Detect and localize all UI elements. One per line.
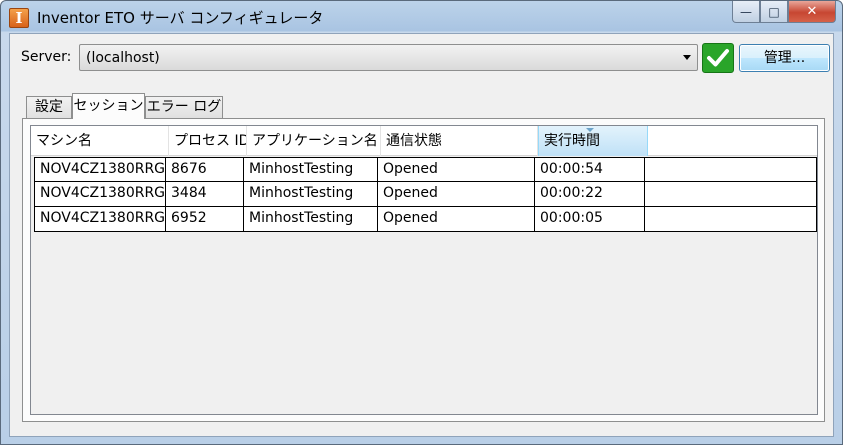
server-select[interactable]: (localhost) — [79, 44, 698, 71]
window-title: Inventor ETO サーバ コンフィギュレータ — [37, 9, 324, 27]
column-header-status[interactable]: 通信状態 — [381, 126, 538, 156]
cell-process-id: 3484 — [166, 182, 244, 206]
manage-button[interactable]: 管理... — [739, 44, 830, 72]
client-area: Server: (localhost) 管理... 設定 セッション エラー ロ… — [9, 33, 834, 437]
column-header-application[interactable]: アプリケーション名 — [247, 126, 381, 156]
cell-machine: NOV4CZ1380RRG — [35, 158, 166, 182]
cell-run-time: 00:00:05 — [535, 207, 645, 231]
cell-run-time: 00:00:54 — [535, 158, 645, 182]
cell-application: MinhostTesting — [244, 182, 378, 206]
cell-run-time: 00:00:22 — [535, 182, 645, 206]
inventor-app-icon[interactable]: I — [9, 8, 29, 28]
connection-status — [702, 43, 734, 73]
column-header-run-time-label: 実行時間 — [544, 133, 600, 149]
cell-application: MinhostTesting — [244, 207, 378, 231]
column-header-process-id[interactable]: プロセス ID — [169, 126, 247, 156]
table-row[interactable]: NOV4CZ1380RRG 8676 MinhostTesting Opened… — [34, 157, 817, 182]
sessions-table[interactable]: マシン名 プロセス ID アプリケーション名 通信状態 実行時間 NOV4CZ1… — [30, 125, 818, 415]
maximize-button[interactable]: □ — [760, 1, 788, 23]
cell-machine: NOV4CZ1380RRG — [35, 182, 166, 206]
cell-process-id: 8676 — [166, 158, 244, 182]
cell-status: Opened — [378, 207, 535, 231]
app-window: I Inventor ETO サーバ コンフィギュレータ — □ ✕ Serve… — [0, 0, 843, 445]
tab-settings[interactable]: 設定 — [26, 96, 72, 118]
sessions-panel: マシン名 プロセス ID アプリケーション名 通信状態 実行時間 NOV4CZ1… — [22, 118, 825, 422]
table-header: マシン名 プロセス ID アプリケーション名 通信状態 実行時間 — [31, 126, 817, 156]
title-bar[interactable]: I Inventor ETO サーバ コンフィギュレータ — □ ✕ — [1, 1, 842, 33]
cell-status: Opened — [378, 182, 535, 206]
table-row[interactable]: NOV4CZ1380RRG 6952 MinhostTesting Opened… — [34, 207, 817, 232]
table-row[interactable]: NOV4CZ1380RRG 3484 MinhostTesting Opened… — [34, 182, 817, 207]
chevron-down-icon — [683, 55, 691, 60]
tab-sessions[interactable]: セッション — [72, 93, 145, 119]
checkmark-icon — [707, 49, 729, 67]
sort-arrow-icon — [586, 128, 594, 132]
column-header-machine[interactable]: マシン名 — [31, 126, 169, 156]
column-header-run-time[interactable]: 実行時間 — [538, 126, 648, 156]
cell-machine: NOV4CZ1380RRG — [35, 207, 166, 231]
minimize-button[interactable]: — — [732, 1, 760, 23]
server-select-value: (localhost) — [86, 50, 160, 66]
cell-process-id: 6952 — [166, 207, 244, 231]
tab-error-log[interactable]: エラー ログ — [145, 96, 223, 118]
close-button[interactable]: ✕ — [788, 1, 836, 23]
cell-status: Opened — [378, 158, 535, 182]
server-label: Server: — [21, 49, 72, 65]
cell-application: MinhostTesting — [244, 158, 378, 182]
window-controls: — □ ✕ — [732, 1, 836, 23]
